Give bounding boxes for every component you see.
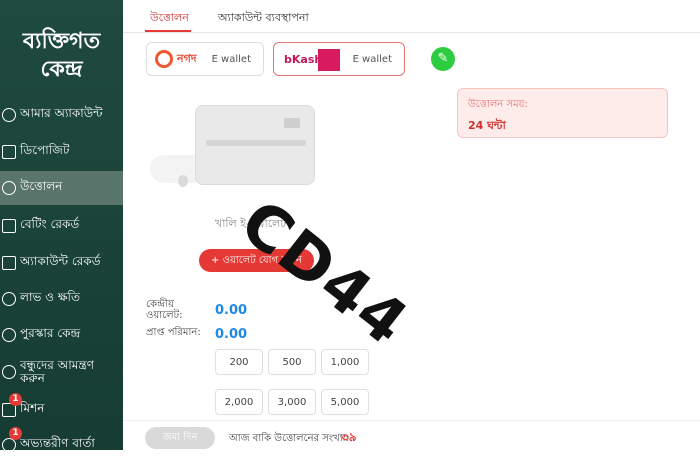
received-amount-label: প্রাপ্ত পরিমান:	[146, 327, 201, 338]
bottom-bar: জমা দিন আজ বাকি উত্তোলনের সংখ্যা: ৩৯	[123, 420, 700, 450]
sidebar: ব্যক্তিগত কেন্দ্র আমার অ্যাকাউন্ট ডিপোজি…	[0, 0, 123, 452]
cd44-watermark: CD44	[227, 185, 423, 361]
withdraw-time-info: উত্তোলন সময়: 24 ঘন্টা	[457, 88, 668, 138]
messages-badge: 1	[9, 427, 22, 440]
sidebar-item-label: মিশন	[20, 401, 45, 415]
amount-chip[interactable]: 1,000	[321, 349, 369, 375]
amount-chip[interactable]: 2,000	[215, 389, 263, 415]
betting-record-icon	[2, 219, 16, 233]
wallet-type-label: E wallet	[211, 53, 251, 65]
empty-wallet-label: খালি ই-ওয়ালেট	[215, 217, 287, 230]
sidebar-item-my-account[interactable]: আমার অ্যাকাউন্ট	[0, 98, 123, 132]
central-wallet-label-line2: ওয়ালেট:	[146, 310, 183, 321]
amount-chip[interactable]: 5,000	[321, 389, 369, 415]
account-record-icon	[2, 256, 16, 270]
profit-loss-icon	[2, 292, 16, 306]
central-wallet-label: কেন্দ্রীয় ওয়ালেট:	[146, 299, 182, 321]
wallet-option-nagad[interactable]: নগদ E wallet	[146, 42, 264, 76]
top-tabs: উত্তোলন অ্যাকাউন্ট ব্যবস্থাপনা	[123, 0, 700, 33]
gift-icon	[2, 328, 16, 342]
amount-chip[interactable]: 3,000	[268, 389, 316, 415]
sidebar-item-withdraw[interactable]: উত্তোলন	[0, 171, 123, 205]
remaining-withdrawals-label: আজ বাকি উত্তোলনের সংখ্যা:	[229, 433, 349, 444]
sidebar-item-label: লাভ ও ক্ষতি	[20, 290, 80, 304]
info-title: উত্তোলন সময়:	[468, 99, 528, 110]
central-wallet-value: 0.00	[215, 303, 248, 318]
sidebar-item-profit-loss[interactable]: লাভ ও ক্ষতি	[0, 282, 123, 316]
sidebar-item-rewards[interactable]: পুরস্কার কেন্দ্র	[0, 318, 123, 352]
info-value: 24 ঘন্টা	[468, 119, 506, 132]
central-wallet-label-line1: কেন্দ্রীয়	[146, 299, 174, 310]
sidebar-item-account-record[interactable]: অ্যাকাউন্ট রেকর্ড	[0, 246, 123, 280]
amount-chip[interactable]: 500	[268, 349, 316, 375]
amount-chip[interactable]: 200	[215, 349, 263, 375]
sidebar-item-invite-friends[interactable]: বন্ধুদের আমন্ত্রণ করুন	[0, 355, 123, 389]
sidebar-item-deposit[interactable]: ডিপোজিট	[0, 135, 123, 169]
card-icon	[195, 105, 315, 185]
card-chip	[284, 118, 300, 128]
tab-withdraw[interactable]: উত্তোলন	[150, 9, 189, 28]
tree-decoration	[178, 175, 188, 187]
sidebar-item-betting-record[interactable]: বেটিং রেকর্ড	[0, 209, 123, 243]
received-amount-value: 0.00	[215, 327, 248, 342]
mission-badge: 1	[9, 393, 22, 406]
sidebar-item-label: ডিপোজিট	[20, 143, 70, 157]
withdraw-icon	[2, 181, 16, 195]
sidebar-item-label: অভ্যন্তরীণ বার্তা	[20, 436, 95, 450]
active-tab-indicator	[145, 30, 191, 32]
empty-wallet-illustration	[150, 100, 320, 210]
sidebar-item-label: বন্ধুদের আমন্ত্রণ করুন	[20, 358, 94, 385]
edit-icon[interactable]: ✎	[431, 47, 455, 71]
bkash-logo-text: bKash	[284, 52, 323, 66]
invite-icon	[2, 365, 16, 379]
nagad-logo-text: নগদ	[177, 51, 197, 65]
sidebar-title-line2: কেন্দ্র	[40, 57, 83, 82]
sidebar-item-label: পুরস্কার কেন্দ্র	[20, 326, 81, 340]
remaining-withdrawals-count: ৩৯	[341, 430, 357, 444]
add-wallet-button[interactable]: + ওয়ালেট যোগ করুন	[199, 249, 314, 272]
sidebar-item-label: বেটিং রেকর্ড	[20, 217, 80, 231]
deposit-icon	[2, 145, 16, 159]
sidebar-item-label: আমার অ্যাকাউন্ট	[20, 106, 103, 120]
user-icon	[2, 108, 16, 122]
bkash-logo-icon	[318, 49, 340, 71]
nagad-logo-icon	[155, 50, 173, 68]
submit-button[interactable]: জমা দিন	[145, 427, 215, 449]
wallet-type-label: E wallet	[352, 53, 392, 65]
sidebar-item-label: উত্তোলন	[20, 179, 63, 193]
card-strip	[206, 140, 306, 146]
wallet-option-bkash[interactable]: bKash E wallet	[273, 42, 405, 76]
sidebar-item-label: অ্যাকাউন্ট রেকর্ড	[20, 254, 101, 268]
tab-account-management[interactable]: অ্যাকাউন্ট ব্যবস্থাপনা	[218, 9, 309, 28]
